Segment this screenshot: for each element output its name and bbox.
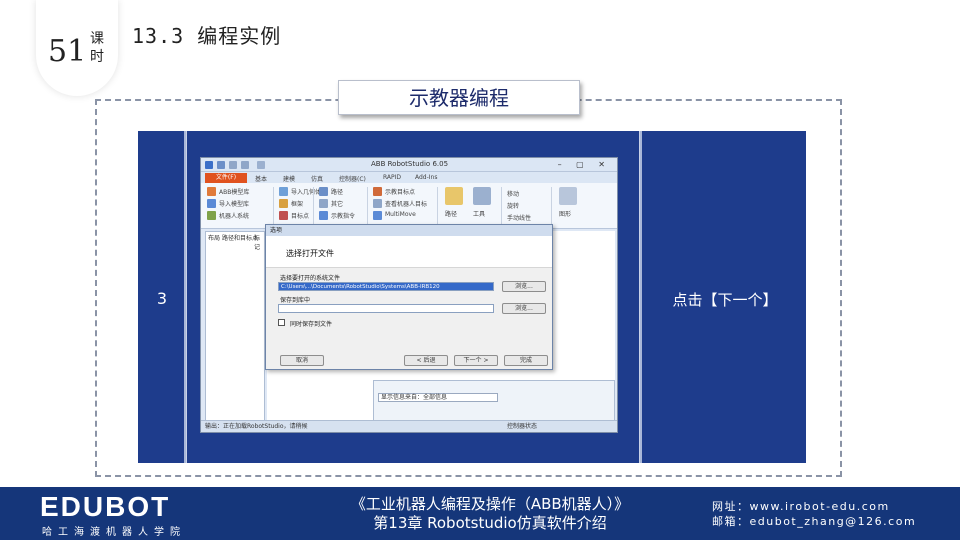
import-geometry-icon	[279, 187, 288, 196]
window-title: ABB RobotStudio 6.05	[371, 160, 449, 168]
frame-icon	[279, 199, 288, 208]
footer: EDUBOT 哈工海渡机器人学院 《工业机器人编程及操作（ABB机器人）》 第1…	[0, 487, 960, 540]
tab-file[interactable]: 文件(F)	[205, 173, 247, 183]
target-icon	[279, 211, 288, 220]
cancel-button[interactable]: 取消	[280, 355, 324, 366]
tab-addins[interactable]: Add-Ins	[415, 174, 437, 181]
dialog-heading: 选择打开文件	[286, 249, 334, 258]
ribbon-other[interactable]: 其它	[331, 199, 343, 208]
tab-simulation[interactable]: 仿真	[311, 174, 323, 183]
email-link[interactable]: 邮箱：edubot_zhang@126.com	[712, 514, 916, 529]
finish-button[interactable]: 完成	[504, 355, 548, 366]
teach-target-icon	[373, 187, 382, 196]
ribbon-rotate[interactable]: 旋转	[507, 201, 519, 210]
ribbon-teach-instruction[interactable]: 示教指令	[331, 211, 355, 220]
step-description-cell: 点击【下一个】	[640, 131, 806, 463]
ribbon-separator	[273, 187, 274, 225]
output-filter-select[interactable]: 显示信息来自：全部信息	[378, 393, 498, 402]
edubot-logo: EDUBOT	[40, 491, 171, 522]
ribbon-teach-target[interactable]: 示教目标点	[385, 187, 415, 196]
ribbon-tabs: 文件(F) 基本 建模 仿真 控制器(C) RAPID Add-Ins	[201, 172, 617, 183]
ribbon-separator	[501, 187, 502, 225]
tab-layout[interactable]: 布局	[208, 233, 220, 242]
ribbon-graphics[interactable]: 图形	[559, 209, 571, 218]
tool-large-icon	[473, 187, 491, 205]
view-robot-target-icon	[373, 199, 382, 208]
ribbon-separator	[437, 187, 438, 225]
save-library-input[interactable]	[278, 304, 494, 313]
next-button[interactable]: 下一个 >	[454, 355, 498, 366]
lesson-number: 51	[48, 34, 87, 69]
robotstudio-screenshot: ABB RobotStudio 6.05 – ▢ ✕ 文件(F) 基本 建模 仿…	[200, 157, 618, 433]
multimove-icon	[373, 211, 382, 220]
footer-book-info: 《工业机器人编程及操作（ABB机器人）》 第13章 Robotstudio仿真软…	[280, 495, 700, 533]
save-icon[interactable]	[217, 161, 225, 169]
back-button[interactable]: < 后退	[404, 355, 448, 366]
tab-rapid[interactable]: RAPID	[383, 174, 401, 181]
controller-status: 控制器状态	[506, 423, 537, 430]
path-icon	[319, 187, 328, 196]
tab-controller[interactable]: 控制器(C)	[339, 174, 366, 183]
dialog-caption: 选项	[266, 225, 552, 236]
path-large-icon	[445, 187, 463, 205]
tab-paths-targets[interactable]: 路径和目标点	[222, 233, 258, 242]
dialog-header: 选择打开文件	[266, 236, 552, 268]
ribbon-separator	[367, 187, 368, 225]
output-panel: 显示信息来自：全部信息	[373, 380, 615, 422]
open-system-dialog: 选项 选择打开文件 选择要打开的系统文件 C:\Users\...\Docume…	[265, 224, 553, 370]
lesson-unit: 课时	[90, 31, 104, 65]
ribbon-import-library[interactable]: 导入模型库	[219, 199, 249, 208]
ribbon-path[interactable]: 路径	[331, 187, 343, 196]
section-title: 13.3 编程实例	[132, 24, 282, 48]
book-title: 《工业机器人编程及操作（ABB机器人）》	[350, 495, 630, 513]
system-file-input[interactable]: C:\Users\...\Documents\RobotStudio\Syste…	[278, 282, 494, 291]
footer-contact: 网址：www.irobot-edu.com 邮箱：edubot_zhang@12…	[712, 499, 916, 529]
ribbon-abb-library[interactable]: ABB模型库	[219, 187, 249, 196]
ribbon-view-robot-target[interactable]: 查看机器人目标	[385, 199, 427, 208]
file-label: 选择要打开的系统文件	[280, 275, 341, 282]
redo-icon[interactable]	[241, 161, 249, 169]
ribbon-frame[interactable]: 框架	[291, 199, 303, 208]
browse-button[interactable]: 浏览...	[502, 281, 546, 292]
ribbon-separator	[313, 187, 314, 225]
ribbon-separator	[551, 187, 552, 225]
layout-pane: 布局 路径和目标点 标记	[205, 231, 265, 421]
ribbon-target[interactable]: 目标点	[291, 211, 309, 220]
other-icon	[319, 199, 328, 208]
browse-button-2[interactable]: 浏览...	[502, 303, 546, 314]
step-number-cell: 3	[138, 131, 186, 463]
robot-system-icon	[207, 211, 216, 220]
status-text: 输出：正在加载RobotStudio，请稍候	[205, 423, 308, 430]
window-controls[interactable]: – ▢ ✕	[558, 160, 611, 169]
ribbon-tool-large[interactable]: 工具	[473, 209, 485, 218]
chapter-title: 第13章 Robotstudio仿真软件介绍	[373, 514, 607, 532]
app-icon[interactable]	[205, 161, 213, 169]
save-file-label: 同时保存到文件	[290, 321, 333, 328]
logo-subtitle: 哈工海渡机器人学院	[42, 527, 186, 538]
panel-title: 示教器编程	[338, 80, 580, 115]
ribbon-import-geometry[interactable]: 导入几何体	[291, 187, 321, 196]
qat-dropdown-icon[interactable]	[257, 161, 265, 169]
undo-icon[interactable]	[229, 161, 237, 169]
tab-modeling[interactable]: 建模	[283, 174, 295, 183]
ribbon-multimove[interactable]: MultiMove	[385, 211, 416, 218]
tab-tags[interactable]: 标记	[254, 233, 264, 251]
ribbon-robot-system[interactable]: 机器人系统	[219, 211, 249, 220]
save-library-label: 保存到库中	[280, 297, 311, 304]
teach-instruction-icon	[319, 211, 328, 220]
ribbon: ABB模型库 导入模型库 机器人系统 导入几何体 框架 目标点 路径 其它 示教…	[201, 183, 617, 229]
step-number: 3	[156, 289, 168, 308]
ribbon-move[interactable]: 移动	[507, 189, 519, 198]
abb-library-icon	[207, 187, 216, 196]
graphics-icon	[559, 187, 577, 205]
ribbon-jog-linear[interactable]: 手动线性	[507, 213, 531, 222]
import-library-icon	[207, 199, 216, 208]
quick-access-toolbar: ABB RobotStudio 6.05 – ▢ ✕	[201, 158, 617, 172]
save-file-checkbox[interactable]	[278, 319, 285, 326]
status-bar: 输出：正在加载RobotStudio，请稍候 控制器状态	[201, 420, 617, 432]
ribbon-path-large[interactable]: 路径	[445, 209, 457, 218]
website-link[interactable]: 网址：www.irobot-edu.com	[712, 499, 916, 514]
step-description: 点击【下一个】	[672, 291, 778, 309]
tab-home[interactable]: 基本	[255, 174, 267, 183]
